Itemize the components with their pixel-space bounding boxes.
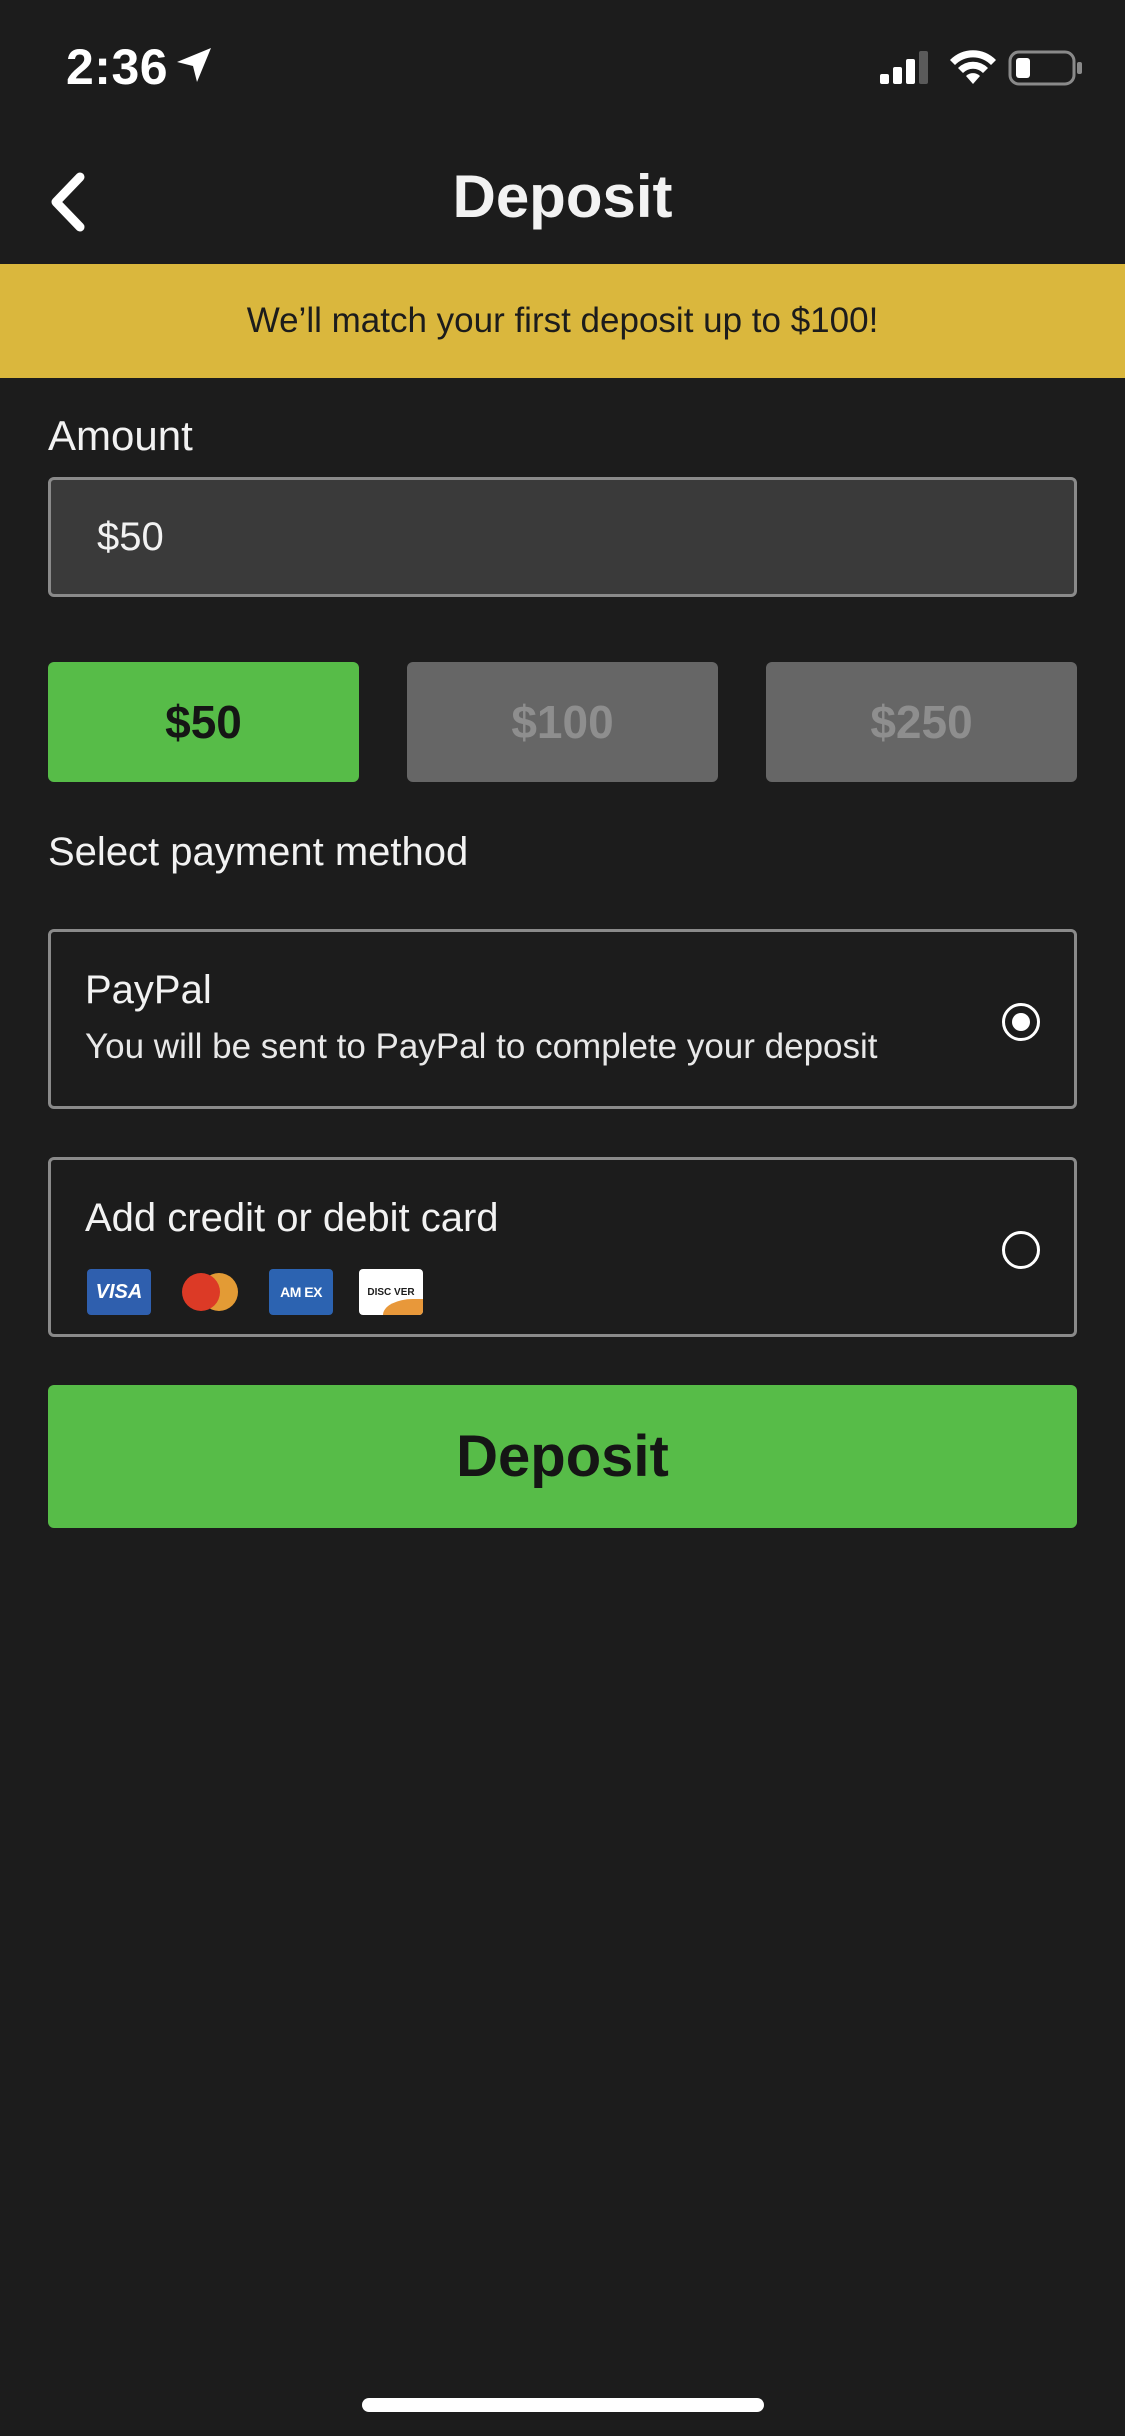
card-radio[interactable] (1002, 1231, 1040, 1269)
promo-banner: We’ll match your first deposit up to $10… (0, 264, 1125, 378)
home-indicator (362, 2398, 764, 2412)
discover-corner (383, 1299, 423, 1315)
paypal-radio[interactable] (1002, 1003, 1040, 1041)
card-option[interactable]: Add credit or debit card VISA AM EX DISC… (48, 1157, 1077, 1337)
amount-option-250[interactable]: $250 (766, 662, 1077, 782)
amount-label: Amount (48, 412, 193, 459)
nav-header: Deposit (0, 140, 1125, 264)
status-bar: 2:36 (0, 0, 1125, 140)
amex-icon: AM EX (269, 1269, 333, 1315)
page-title: Deposit (452, 163, 673, 230)
paypal-option-title: PayPal (85, 968, 212, 1012)
status-time: 2:36 (66, 39, 169, 95)
radio-selected-dot (1012, 1013, 1030, 1031)
deposit-screen: 2:36 Deposit We’ll match your first depo… (0, 0, 1125, 2436)
location-arrow-icon (177, 48, 211, 82)
discover-logo-text: DISC VER (367, 1286, 415, 1298)
card-option-title: Add credit or debit card (85, 1196, 499, 1240)
wifi-icon (950, 50, 996, 84)
amount-input[interactable] (48, 477, 1077, 597)
quick-amount-options: $50 $100 $250 (48, 662, 1077, 782)
discover-icon: DISC VER (359, 1269, 423, 1315)
visa-icon: VISA (87, 1269, 151, 1315)
paypal-option-description: You will be sent to PayPal to complete y… (85, 1027, 878, 1066)
payment-method-heading: Select payment method (48, 830, 469, 874)
promo-text: We’ll match your first deposit up to $10… (246, 301, 879, 340)
battery-icon (1008, 50, 1082, 86)
card-logos: VISA AM EX DISC VER (87, 1269, 449, 1315)
cellular-signal-icon (880, 51, 928, 84)
amount-option-50[interactable]: $50 (48, 662, 359, 782)
deposit-button[interactable]: Deposit (48, 1385, 1077, 1528)
amount-option-100[interactable]: $100 (407, 662, 718, 782)
paypal-option[interactable]: PayPal You will be sent to PayPal to com… (48, 929, 1077, 1109)
mastercard-icon (177, 1269, 243, 1315)
